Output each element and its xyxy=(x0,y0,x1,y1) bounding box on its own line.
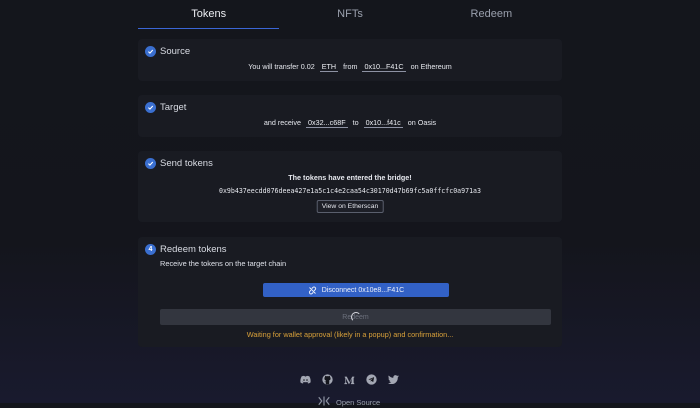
target-token-address: 0x32...c68F xyxy=(306,118,348,128)
send-step-card: Send tokens The tokens have entered the … xyxy=(138,151,562,222)
tab-redeem[interactable]: Redeem xyxy=(421,0,562,29)
unlink-icon xyxy=(308,286,317,295)
step-title: Target xyxy=(160,102,187,113)
github-icon[interactable] xyxy=(322,374,333,385)
target-step-header: Target xyxy=(145,102,186,113)
source-address: 0x10...F41C xyxy=(362,62,406,72)
tab-nfts[interactable]: NFTs xyxy=(279,0,420,29)
waiting-status-text: Waiting for wallet approval (likely in a… xyxy=(246,330,454,339)
redeem-step-card: 4 Redeem tokens Receive the tokens on th… xyxy=(138,237,562,347)
transaction-hash: 0x9b437eecdd076deea427e1a5c1c4e2caa54c30… xyxy=(218,187,481,195)
medium-icon[interactable] xyxy=(344,374,355,385)
step-title: Redeem tokens xyxy=(160,244,227,255)
token-symbol: ETH xyxy=(319,62,339,72)
redeem-button[interactable]: Redeem xyxy=(160,309,551,325)
source-step-card: Source You will transfer 0.02 ETH from 0… xyxy=(138,39,562,81)
target-address: 0x10...f41c xyxy=(363,118,403,128)
telegram-icon[interactable] xyxy=(366,374,377,385)
redeem-step-header: 4 Redeem tokens xyxy=(145,244,227,255)
check-icon xyxy=(145,158,156,169)
social-links xyxy=(300,374,399,385)
step-title: Send tokens xyxy=(160,158,213,169)
tab-bar: Tokens NFTs Redeem xyxy=(138,0,562,29)
source-summary: You will transfer 0.02 ETH from 0x10...F… xyxy=(248,62,452,72)
redeem-subtitle: Receive the tokens on the target chain xyxy=(160,259,287,268)
disconnect-wallet-button[interactable]: Disconnect 0x10e8...F41C xyxy=(263,283,449,297)
check-icon xyxy=(145,102,156,113)
twitter-icon[interactable] xyxy=(388,374,399,385)
bridge-message: The tokens have entered the bridge! xyxy=(288,173,412,182)
step-number-badge: 4 xyxy=(145,244,156,255)
target-step-card: Target and receive 0x32...c68F to 0x10..… xyxy=(138,95,562,137)
send-step-header: Send tokens xyxy=(145,158,213,169)
loading-spinner-icon xyxy=(350,312,361,322)
view-on-etherscan-button[interactable]: View on Etherscan xyxy=(316,200,384,213)
tab-tokens[interactable]: Tokens xyxy=(138,0,280,29)
target-summary: and receive 0x32...c68F to 0x10...f41c o… xyxy=(263,118,437,128)
source-step-header: Source xyxy=(145,46,190,57)
step-title: Source xyxy=(160,46,191,57)
open-source-link[interactable]: Open Source xyxy=(318,396,380,408)
open-source-logo-icon xyxy=(318,396,330,408)
check-icon xyxy=(145,46,156,57)
discord-icon[interactable] xyxy=(300,374,311,385)
